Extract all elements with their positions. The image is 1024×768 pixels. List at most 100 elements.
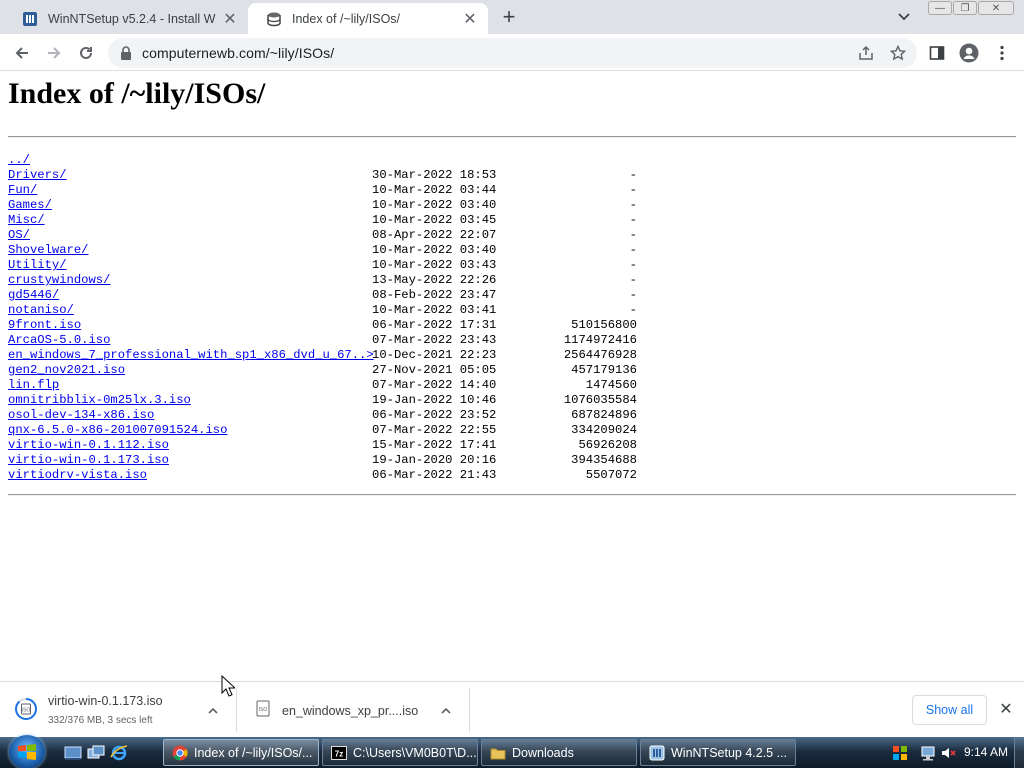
divider bbox=[8, 494, 1016, 496]
profile-button[interactable] bbox=[959, 43, 979, 63]
file-link[interactable]: OS/ bbox=[8, 228, 30, 243]
file-link[interactable]: Shovelware/ bbox=[8, 243, 88, 258]
tab-winntsetup[interactable]: WinNTSetup v5.2.4 - Install Windows ✕ bbox=[4, 3, 248, 34]
iso-file-icon: ISO bbox=[256, 700, 270, 717]
file-link[interactable]: 9front.iso bbox=[8, 318, 81, 333]
url-text[interactable]: computernewb.com/~lily/ISOs/ bbox=[142, 45, 334, 61]
download-status: 332/376 MB, 3 secs left bbox=[48, 715, 153, 726]
volume-muted-icon[interactable] bbox=[940, 745, 956, 761]
file-link[interactable]: ArcaOS-5.0.iso bbox=[8, 333, 110, 348]
file-size: 334209024 bbox=[571, 423, 637, 437]
tab-title: WinNTSetup v5.2.4 - Install Windows bbox=[48, 11, 216, 26]
clock[interactable]: 9:14 AM bbox=[964, 745, 1008, 759]
show-desktop-icon[interactable] bbox=[64, 745, 82, 761]
file-size: 1174972416 bbox=[563, 333, 637, 347]
file-link[interactable]: Utility/ bbox=[8, 258, 67, 273]
file-size: 1474560 bbox=[585, 378, 637, 392]
7zip-icon: 7z bbox=[331, 745, 347, 760]
download-progress-icon: ISO bbox=[15, 698, 37, 720]
shelf-separator bbox=[469, 688, 470, 732]
window-switcher-icon[interactable] bbox=[87, 745, 105, 761]
side-panel-button[interactable] bbox=[927, 43, 947, 63]
show-desktop-button[interactable] bbox=[1014, 737, 1024, 768]
folder-icon bbox=[490, 748, 506, 759]
tab-strip: WinNTSetup v5.2.4 - Install Windows ✕ In… bbox=[0, 0, 1024, 34]
file-link[interactable]: omnitribblix-0m25lx.3.iso bbox=[8, 393, 191, 408]
server-icon bbox=[267, 12, 281, 26]
address-bar[interactable]: computernewb.com/~lily/ISOs/ bbox=[108, 38, 917, 68]
chevron-up-icon[interactable] bbox=[439, 704, 453, 718]
network-icon[interactable] bbox=[920, 745, 936, 761]
winntsetup-icon bbox=[649, 745, 665, 760]
file-link[interactable]: virtio-win-0.1.112.iso bbox=[8, 438, 169, 453]
taskbar-item-winntsetup[interactable]: WinNTSetup 4.2.5 ... bbox=[640, 739, 796, 766]
new-tab-button[interactable]: + bbox=[498, 6, 520, 28]
windows-logo-icon bbox=[18, 744, 36, 760]
lock-icon[interactable] bbox=[120, 46, 132, 60]
bookmark-star-icon[interactable] bbox=[890, 45, 906, 61]
taskbar-item-7zip[interactable]: 7z C:\Users\VM0B0T\D... bbox=[322, 739, 478, 766]
page-content: Index of /~lily/ISOs/ ../Drivers/30-Mar-… bbox=[0, 71, 1024, 681]
show-all-button[interactable]: Show all bbox=[912, 695, 987, 725]
svg-text:ISO: ISO bbox=[22, 708, 31, 714]
file-size: 5507072 bbox=[585, 468, 637, 482]
file-size: 687824896 bbox=[571, 408, 637, 422]
chrome-icon bbox=[172, 745, 188, 760]
file-size: - bbox=[629, 303, 637, 317]
file-link[interactable]: qnx-6.5.0-x86-201007091524.iso bbox=[8, 423, 227, 438]
file-link[interactable]: lin.flp bbox=[8, 378, 59, 393]
file-link[interactable]: gd5446/ bbox=[8, 288, 59, 303]
chevron-up-icon[interactable] bbox=[206, 704, 220, 718]
file-size: - bbox=[629, 243, 637, 257]
file-size: - bbox=[629, 228, 637, 242]
file-size: 2564476928 bbox=[563, 348, 637, 362]
start-button[interactable] bbox=[9, 735, 45, 768]
taskbar-item-chrome[interactable]: Index of /~lily/ISOs/... bbox=[163, 739, 319, 766]
close-window-button[interactable]: ✕ bbox=[978, 1, 1014, 15]
close-shelf-icon[interactable]: ✕ bbox=[997, 701, 1015, 719]
file-link[interactable]: Drivers/ bbox=[8, 168, 67, 183]
file-link[interactable]: Games/ bbox=[8, 198, 52, 213]
download-item[interactable]: ISO en_windows_xp_pr....iso bbox=[237, 682, 469, 737]
back-arrow-icon bbox=[15, 47, 28, 59]
file-link[interactable]: gen2_nov2021.iso bbox=[8, 363, 125, 378]
tab-index-isos[interactable]: Index of /~lily/ISOs/ ✕ bbox=[248, 3, 488, 34]
file-size: 1076035584 bbox=[563, 393, 637, 407]
file-link[interactable]: notaniso/ bbox=[8, 303, 74, 318]
file-size: - bbox=[629, 168, 637, 182]
file-size: - bbox=[629, 213, 637, 227]
forward-button[interactable] bbox=[44, 43, 64, 63]
windows-taskbar: Index of /~lily/ISOs/... 7z C:\Users\VM0… bbox=[0, 735, 1024, 768]
menu-button[interactable] bbox=[992, 43, 1012, 63]
file-size: 457179136 bbox=[571, 363, 637, 377]
page-title: Index of /~lily/ISOs/ bbox=[8, 77, 266, 110]
chevron-down-icon[interactable] bbox=[896, 10, 912, 24]
file-link[interactable]: virtiodrv-vista.iso bbox=[8, 468, 147, 483]
file-link[interactable]: Fun/ bbox=[8, 183, 37, 198]
keyboard-layout-icon[interactable] bbox=[892, 745, 908, 761]
file-link[interactable]: Misc/ bbox=[8, 213, 45, 228]
restore-button[interactable]: ❐ bbox=[953, 1, 977, 15]
taskbar-item-label: Downloads bbox=[512, 745, 574, 760]
download-item[interactable]: ISO virtio-win-0.1.173.iso 332/376 MB, 3… bbox=[0, 682, 236, 737]
mouse-cursor-icon bbox=[221, 675, 235, 697]
file-size: - bbox=[629, 258, 637, 272]
back-button[interactable] bbox=[12, 43, 32, 63]
winntsetup-icon bbox=[23, 11, 37, 26]
file-link[interactable]: osol-dev-134-x86.iso bbox=[8, 408, 154, 423]
file-link[interactable]: virtio-win-0.1.173.iso bbox=[8, 453, 169, 468]
close-tab-icon[interactable]: ✕ bbox=[222, 11, 238, 28]
close-tab-icon[interactable]: ✕ bbox=[462, 11, 478, 28]
downloads-shelf: ISO virtio-win-0.1.173.iso 332/376 MB, 3… bbox=[0, 681, 1024, 737]
file-size: 56926208 bbox=[578, 438, 637, 452]
reload-button[interactable] bbox=[76, 43, 96, 63]
file-size: - bbox=[629, 288, 637, 302]
internet-explorer-icon[interactable] bbox=[110, 745, 128, 761]
file-link[interactable]: en_windows_7_professional_with_sp1_x86_d… bbox=[8, 348, 374, 363]
minimize-button[interactable]: — bbox=[928, 1, 952, 15]
taskbar-item-downloads[interactable]: Downloads bbox=[481, 739, 637, 766]
file-link[interactable]: crustywindows/ bbox=[8, 273, 110, 288]
divider bbox=[8, 136, 1016, 138]
share-icon[interactable] bbox=[858, 45, 874, 61]
file-link[interactable]: ../ bbox=[8, 153, 30, 168]
